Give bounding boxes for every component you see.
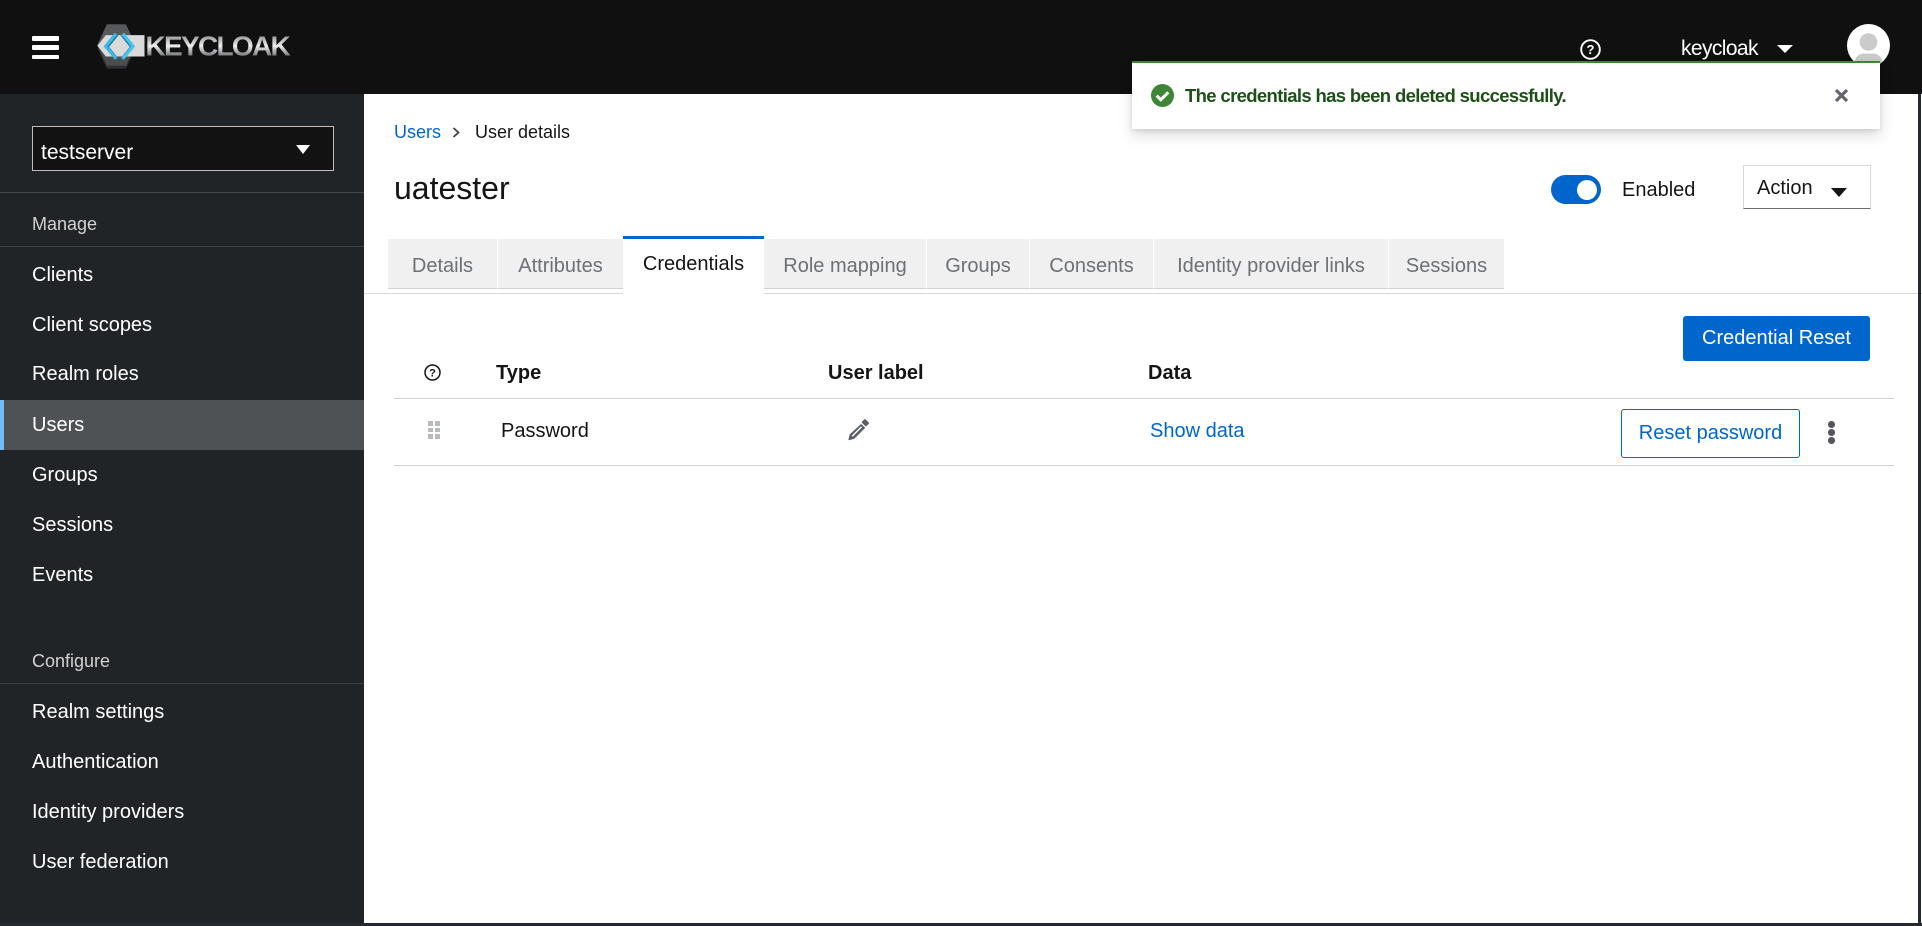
svg-text:?: ? — [1587, 42, 1595, 57]
svg-text:KEYCLOAK: KEYCLOAK — [146, 31, 291, 62]
svg-text:?: ? — [429, 368, 436, 380]
